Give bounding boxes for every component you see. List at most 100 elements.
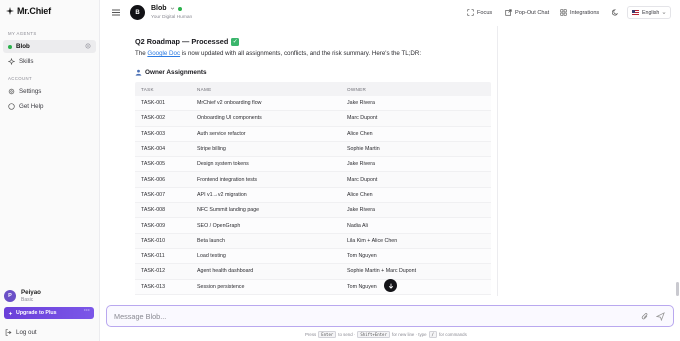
owner-cell: Alice Chen	[347, 130, 373, 137]
task-name-cell: Beta launch	[197, 237, 225, 244]
owner-assignments-heading: Owner Assignments	[135, 69, 207, 76]
owner-cell: Tom Nguyen	[347, 283, 377, 290]
integrations-button[interactable]: Integrations	[560, 9, 599, 16]
table-row: TASK-009 SEO / OpenGraph Nadia Ali	[135, 218, 491, 234]
task-name-cell: NFC Summit landing page	[197, 207, 260, 214]
task-name-cell: SEO / OpenGraph	[197, 222, 241, 229]
owner-cell: Jake Rivera	[347, 207, 375, 214]
slash-key: /	[428, 331, 437, 338]
google-doc-link[interactable]: Google Doc	[147, 50, 180, 57]
help-circle-icon	[8, 103, 15, 110]
sidebar: Mr.Chief MY AGENTS Blob Skills ACCOUNT S…	[0, 0, 100, 341]
message-text-after: is now updated with all assignments, con…	[180, 50, 422, 57]
us-flag-icon	[632, 10, 639, 15]
task-name-cell: API v1→v2 migration	[197, 191, 247, 198]
task-name-cell: Frontend integration tests	[197, 176, 258, 183]
logout-icon	[5, 329, 12, 336]
column-header-name[interactable]: NAME	[197, 87, 347, 92]
table-header: TASK NAME OWNER	[135, 82, 491, 96]
keyboard-hint: Press Enter to send · Shift+Enter for ne…	[305, 331, 467, 338]
sidebar-item-blob[interactable]: Blob	[3, 40, 96, 53]
task-id-cell: TASK-004	[141, 146, 166, 153]
popout-icon	[505, 9, 512, 16]
menu-icon[interactable]	[112, 9, 120, 16]
task-id-cell: TASK-011	[141, 253, 165, 260]
top-bar: B Blob Your Digital Human Focus Pop-Out …	[100, 0, 680, 26]
message-title-text: Q2 Roadmap — Processed	[135, 37, 229, 46]
task-name-cell: MrChief v2 onboarding flow	[197, 100, 262, 107]
online-status-dot	[177, 6, 182, 11]
page-scrollbar[interactable]	[676, 282, 679, 296]
pop-out-chat-button[interactable]: Pop-Out Chat	[505, 9, 549, 16]
sidebar-item-label: Get Help	[19, 103, 44, 110]
table-row: TASK-007 API v1→v2 migration Alice Chen	[135, 187, 491, 204]
check-icon: ✓	[231, 37, 240, 46]
table-row: TASK-003 Auth service refactor Alice Chen	[135, 126, 491, 142]
logout-button[interactable]: Log out	[5, 329, 37, 336]
hint-newline: for new line · type	[391, 332, 427, 337]
owner-cell: Sophie Martin + Marc Dupont	[347, 268, 417, 275]
task-id-cell: TASK-005	[141, 161, 166, 168]
message-text: The Google Doc is now updated with all a…	[135, 50, 421, 57]
avatar: P	[4, 290, 16, 302]
message-composer	[106, 305, 674, 327]
table-row: TASK-013 Session persistence Tom Nguyen	[135, 279, 491, 295]
task-name-cell: Design system tokens	[197, 161, 249, 168]
section-title: Owner Assignments	[145, 69, 207, 76]
my-agents-label: MY AGENTS	[8, 31, 37, 36]
table-row: TASK-006 Frontend integration tests Marc D…	[135, 172, 491, 188]
hint-to-send: to send ·	[338, 332, 356, 337]
pop-out-chat-label: Pop-Out Chat	[515, 9, 550, 16]
column-header-owner[interactable]: OWNER	[347, 87, 491, 92]
scroll-to-bottom-button[interactable]	[384, 279, 397, 292]
table-row: TASK-011 Load testing Tom Nguyen	[135, 248, 491, 265]
sidebar-item-settings[interactable]: Settings	[3, 85, 96, 98]
message-input[interactable]	[114, 311, 614, 321]
column-header-task[interactable]: TASK	[135, 87, 197, 92]
upgrade-button[interactable]: Upgrade to Plus ···	[4, 307, 94, 319]
task-id-cell: TASK-003	[141, 130, 166, 137]
owner-cell: Alice Chen	[347, 191, 373, 198]
sidebar-item-label: Skills	[19, 58, 34, 65]
app-logo[interactable]: Mr.Chief	[6, 6, 51, 16]
focus-button[interactable]: Focus	[467, 9, 492, 16]
more-options-icon[interactable]: ···	[84, 308, 90, 314]
task-id-cell: TASK-006	[141, 176, 166, 183]
owner-cell: Nadia Ali	[347, 222, 368, 229]
bot-name: Blob	[151, 5, 167, 12]
message-title: Q2 Roadmap — Processed ✓	[135, 37, 240, 46]
gear-icon	[8, 88, 15, 95]
chat-message-area: Q2 Roadmap — Processed ✓ The Google Doc …	[128, 26, 498, 296]
owner-cell: Jake Rivera	[347, 161, 375, 168]
arrow-down-icon	[388, 283, 394, 289]
theme-toggle[interactable]	[612, 9, 619, 16]
user-name: Peiyao	[21, 289, 41, 296]
focus-label: Focus	[477, 9, 493, 16]
language-select[interactable]: English	[627, 6, 671, 19]
integrations-label: Integrations	[570, 9, 600, 16]
table-row: TASK-012 Agent health dashboard Sophie Mar…	[135, 264, 491, 280]
task-id-cell: TASK-007	[141, 191, 166, 198]
user-plan: Basic	[21, 297, 34, 303]
agent-settings-icon[interactable]	[85, 43, 91, 49]
bot-avatar: B	[130, 5, 145, 20]
send-icon[interactable]	[656, 312, 665, 321]
task-name-cell: Agent health dashboard	[197, 268, 254, 275]
paperclip-icon[interactable]	[641, 312, 649, 321]
hint-commands: for commands	[438, 332, 467, 337]
sidebar-item-skills[interactable]: Skills	[3, 55, 96, 68]
upgrade-icon	[8, 311, 13, 316]
owner-assignments-table: TASK NAME OWNER TASK-001 MrChief v2 onboa…	[135, 82, 491, 295]
enter-key: Enter	[318, 331, 337, 338]
user-profile[interactable]: P Peiyao Basic	[4, 289, 41, 303]
account-label: ACCOUNT	[8, 76, 33, 81]
task-id-cell: TASK-010	[141, 237, 166, 244]
focus-icon	[467, 9, 474, 16]
sidebar-item-get-help[interactable]: Get Help	[3, 100, 96, 113]
logout-label: Log out	[16, 329, 37, 336]
bot-name-selector[interactable]: Blob	[151, 5, 182, 12]
task-name-cell: Session persistence	[197, 283, 245, 290]
task-id-cell: TASK-001	[141, 100, 166, 107]
table-row: TASK-008 NFC Summit landing page Jake Rive…	[135, 203, 491, 219]
task-id-cell: TASK-009	[141, 222, 166, 229]
